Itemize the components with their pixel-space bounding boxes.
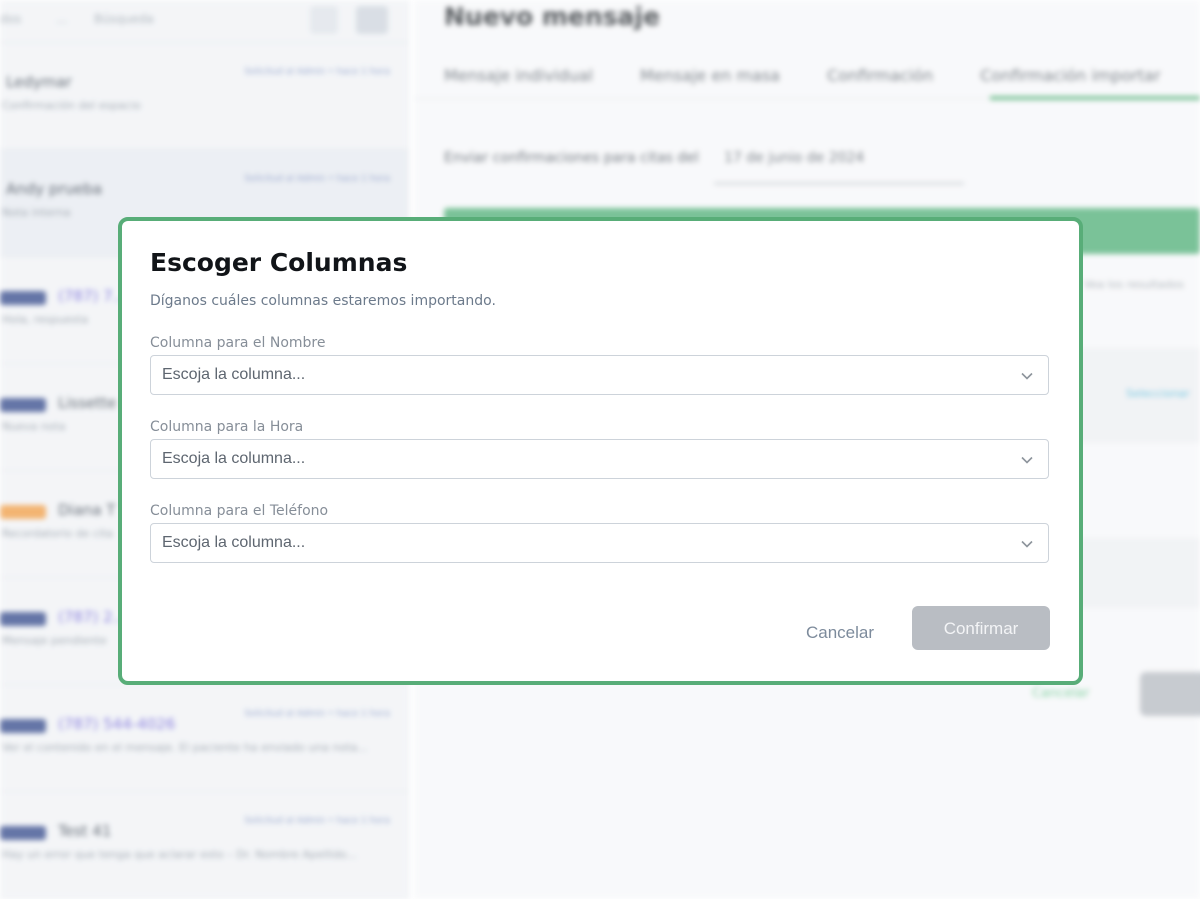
select-link: Seleccionar bbox=[1126, 387, 1190, 400]
chevron-down-icon bbox=[1021, 372, 1033, 380]
cancel-button[interactable]: Cancelar bbox=[786, 610, 894, 654]
sidebar-toolbar-text: dos bbox=[0, 12, 22, 26]
conversation-name: Test 41 bbox=[58, 822, 112, 840]
status-badge bbox=[0, 505, 46, 519]
send-label: Enviar confirmaciones para citas del bbox=[444, 150, 699, 166]
select-value: Escoja la columna... bbox=[162, 450, 306, 467]
select-value: Escoja la columna... bbox=[162, 534, 306, 551]
conversation-name: Ledymar bbox=[6, 73, 72, 91]
tab-individual: Mensaje individual bbox=[444, 66, 593, 85]
choose-columns-dialog: Escoger Columnas Díganos cuáles columnas… bbox=[118, 217, 1083, 685]
select-value: Escoja la columna... bbox=[162, 366, 306, 383]
dialog-subtitle: Díganos cuáles columnas estaremos import… bbox=[150, 293, 496, 309]
search-placeholder: Búsqueda bbox=[94, 12, 154, 26]
status-badge bbox=[0, 612, 46, 626]
tab-bar: Mensaje individual Mensaje en masa Confi… bbox=[444, 66, 1200, 85]
avatar bbox=[356, 6, 388, 34]
conversation-preview: Ver el contenido en el mensaje. El pacie… bbox=[2, 741, 368, 754]
name-column-select[interactable]: Escoja la columna... bbox=[150, 355, 1049, 395]
status-badge bbox=[0, 719, 46, 733]
conversation-preview: Hay un error que tenga que aclarar esto … bbox=[2, 848, 357, 861]
background-cancel: Cancelar bbox=[1032, 686, 1090, 701]
tab-confirmation-import: Confirmación importar bbox=[980, 66, 1161, 85]
background-button bbox=[1140, 672, 1200, 716]
dialog-title: Escoger Columnas bbox=[150, 248, 408, 277]
conversation-name: Diana T bbox=[58, 501, 116, 519]
chevron-down-icon bbox=[1021, 456, 1033, 464]
conversation-date: Solicitud al Admin • hace 1 hora bbox=[244, 816, 390, 826]
hint-text: Vea los resultados bbox=[1084, 278, 1184, 291]
conversation-preview: Nueva nota bbox=[2, 420, 66, 433]
edit-icon bbox=[310, 6, 338, 34]
list-item: (787) 544-4026 Solicitud al Admin • hace… bbox=[0, 685, 408, 792]
time-column-label: Columna para la Hora bbox=[150, 419, 304, 435]
conversation-preview: Nota interna bbox=[2, 206, 71, 219]
conversation-preview: Mensaje pendiente bbox=[2, 634, 107, 647]
confirm-button[interactable]: Confirmar bbox=[912, 606, 1050, 650]
status-badge bbox=[0, 291, 46, 305]
conversation-date: Solicitud al Admin • hace 1 hora bbox=[244, 709, 390, 719]
phone-column-select[interactable]: Escoja la columna... bbox=[150, 523, 1049, 563]
tab-selected-indicator bbox=[990, 96, 1200, 100]
conversation-preview: Recordatorio de cita bbox=[2, 527, 113, 540]
status-badge bbox=[0, 826, 46, 840]
chevron-down-icon bbox=[1021, 540, 1033, 548]
list-item: Test 41 Solicitud al Admin • hace 1 hora… bbox=[0, 792, 408, 899]
conversation-name: (787) 2.. bbox=[58, 608, 123, 626]
date-value: 17 de junio de 2024 bbox=[724, 150, 865, 166]
name-column-label: Columna para el Nombre bbox=[150, 335, 326, 351]
conversation-date: Solicitud al Admin • hace 1 hora bbox=[244, 67, 390, 77]
conversation-name: (787) 544-4026 bbox=[58, 715, 176, 733]
date-underline bbox=[714, 182, 964, 185]
status-badge bbox=[0, 398, 46, 412]
conversation-name: Lissette bbox=[58, 394, 117, 412]
conversation-preview: Hola, respuesta bbox=[2, 313, 89, 326]
conversation-name: (787) 7.. bbox=[58, 287, 123, 305]
time-column-select[interactable]: Escoja la columna... bbox=[150, 439, 1049, 479]
conversation-name: Andy prueba bbox=[6, 180, 103, 198]
page-title: Nuevo mensaje bbox=[444, 2, 660, 31]
conversation-preview: Confirmación del espacio bbox=[2, 99, 141, 112]
sidebar-toolbar: dos ... Búsqueda bbox=[0, 0, 408, 43]
conversation-date: Solicitud al Admin • hace 1 hora bbox=[244, 174, 390, 184]
tab-confirmation: Confirmación bbox=[827, 66, 934, 85]
list-item: Ledymar Solicitud al Admin • hace 1 hora… bbox=[0, 43, 408, 150]
tab-bulk: Mensaje en masa bbox=[640, 66, 780, 85]
phone-column-label: Columna para el Teléfono bbox=[150, 503, 329, 519]
sidebar-toolbar-text: ... bbox=[56, 12, 68, 26]
